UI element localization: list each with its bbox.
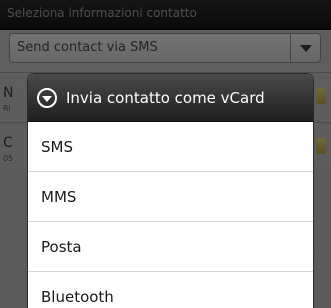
screen: Seleziona informazioni contatto Send con… <box>0 0 331 308</box>
dialog-option-list: SMS MMS Posta Bluetooth <box>28 122 313 308</box>
option-bluetooth[interactable]: Bluetooth <box>28 272 313 308</box>
dialog-header: Invia contatto come vCard <box>28 74 313 122</box>
chevron-down-circle-icon <box>37 88 57 108</box>
option-sms[interactable]: SMS <box>28 122 313 172</box>
option-mms[interactable]: MMS <box>28 172 313 222</box>
dialog-title: Invia contatto come vCard <box>66 89 265 107</box>
option-posta[interactable]: Posta <box>28 222 313 272</box>
send-vcard-dialog: Invia contatto come vCard SMS MMS Posta … <box>28 74 313 308</box>
